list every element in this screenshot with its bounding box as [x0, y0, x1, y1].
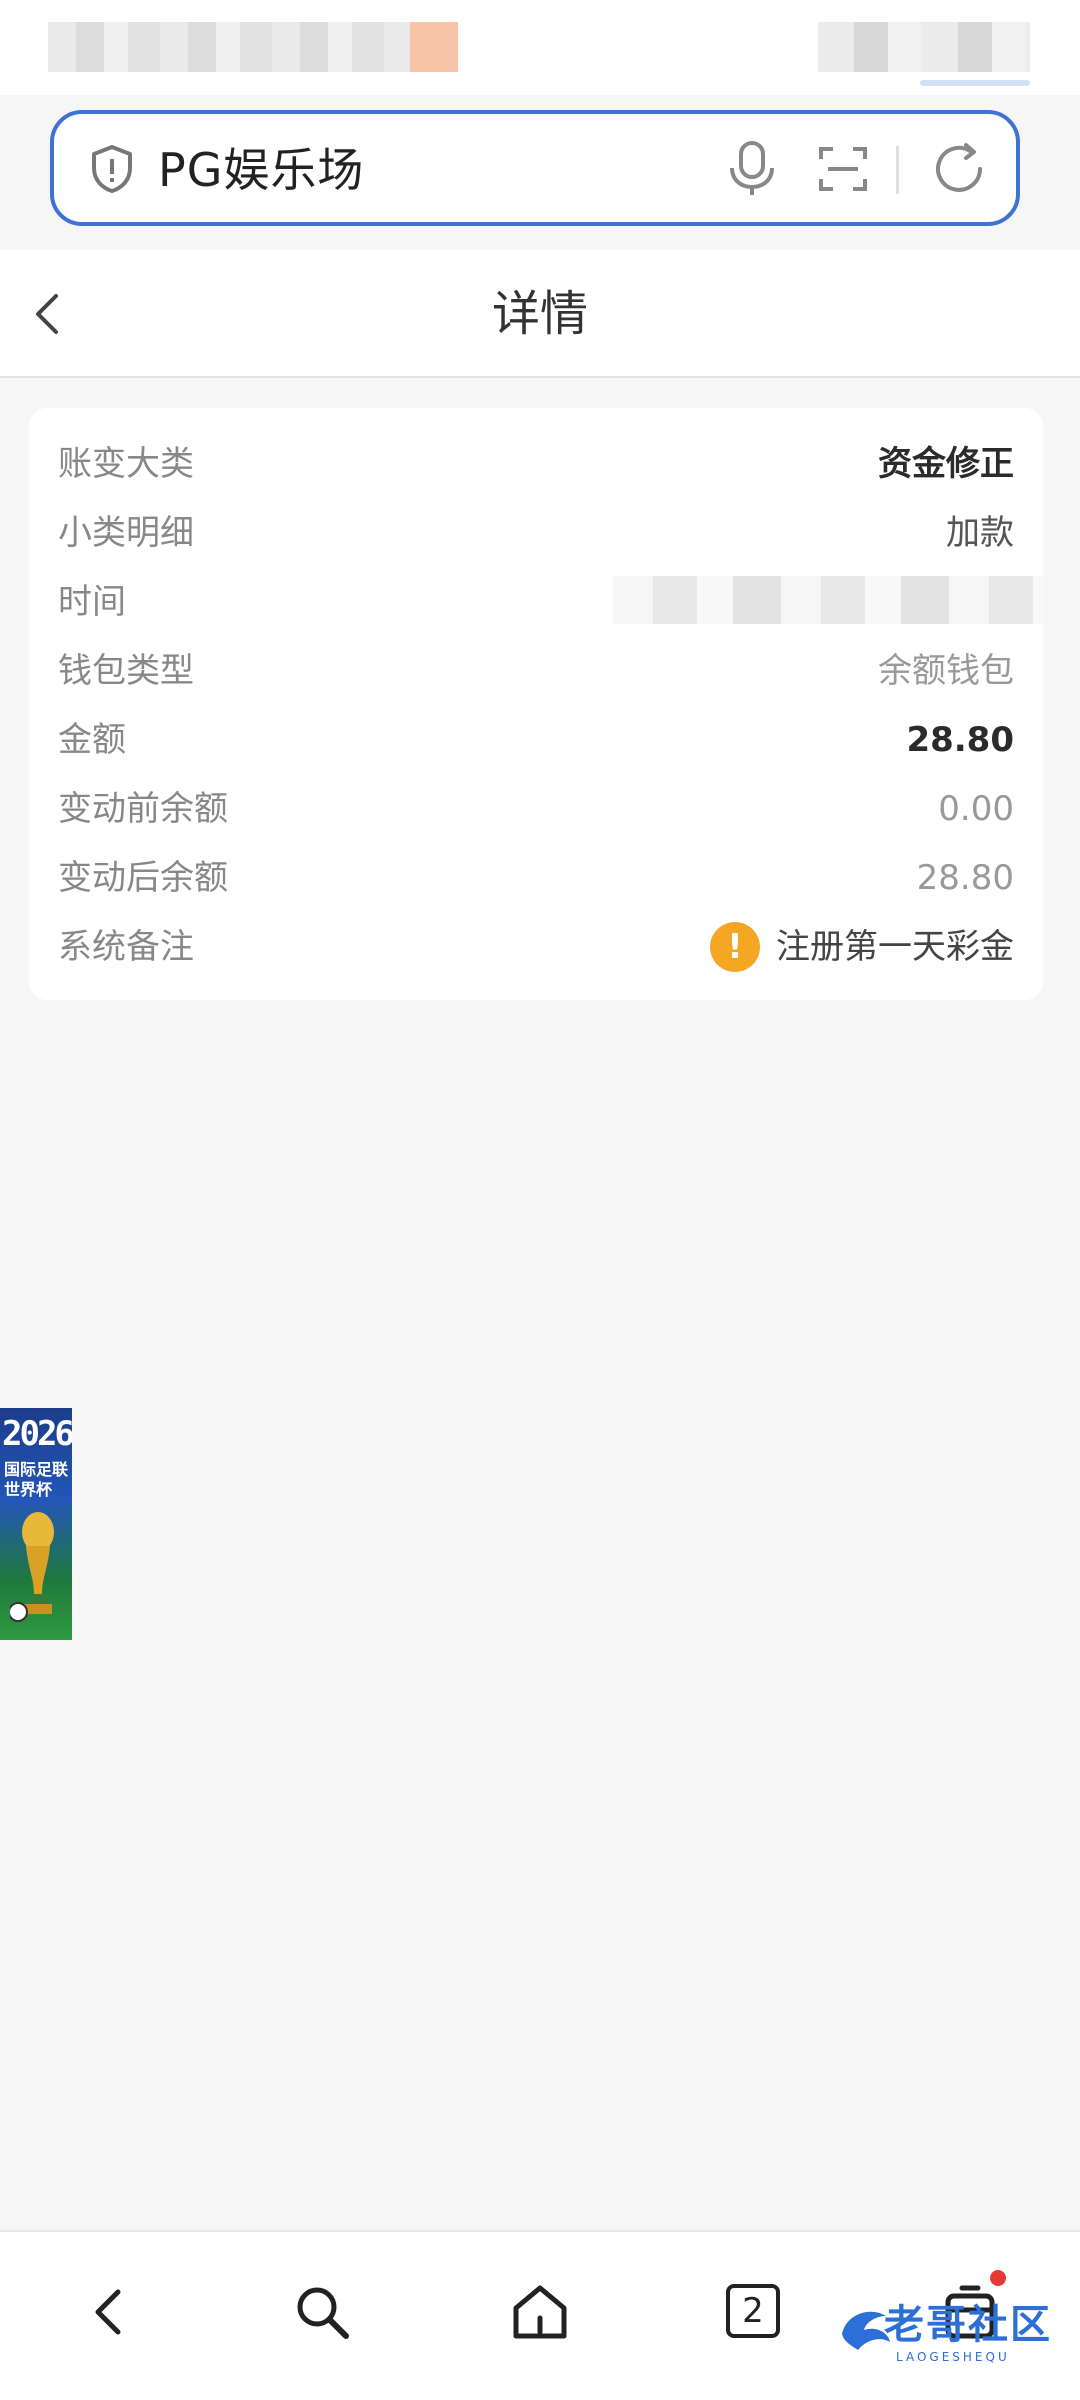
row-value: 资金修正	[878, 444, 1014, 484]
microphone-icon[interactable]	[724, 140, 780, 198]
row-value: 0.00	[938, 789, 1014, 829]
nav-back-icon[interactable]	[78, 2280, 142, 2344]
row-label: 系统备注	[58, 927, 194, 967]
nav-tabs-button[interactable]: 2	[722, 2280, 786, 2344]
detail-row-balance-after: 变动后余额 28.80	[29, 848, 1043, 908]
trophy-icon	[10, 1512, 54, 1622]
detail-row-time: 时间	[29, 572, 1043, 632]
row-label: 小类明细	[58, 513, 194, 553]
row-label: 钱包类型	[58, 651, 194, 691]
row-label: 账变大类	[58, 444, 194, 484]
refresh-icon[interactable]	[930, 140, 988, 198]
banner-subtitle: 国际足联世界杯	[4, 1460, 69, 1499]
detail-row-amount: 金额 28.80	[29, 710, 1043, 770]
remark-value: ! 注册第一天彩金	[710, 917, 1014, 977]
row-label: 金额	[58, 720, 126, 760]
status-bar	[0, 0, 1080, 95]
detail-row-remark: 系统备注 ! 注册第一天彩金	[29, 917, 1043, 977]
row-value: 加款	[946, 513, 1014, 553]
row-value: 28.80	[916, 858, 1014, 898]
detail-row-subcategory: 小类明细 加款	[29, 503, 1043, 563]
remark-text: 注册第一天彩金	[776, 927, 1014, 967]
page-title: 详情	[491, 286, 588, 342]
notification-dot	[990, 2270, 1006, 2286]
time-value-blurred	[613, 576, 1043, 624]
world-cup-side-banner[interactable]: 2026 国际足联世界杯	[0, 1408, 72, 1640]
watermark-subtext: LAOGESHEQU	[896, 2350, 1010, 2364]
detail-card: 账变大类 资金修正 小类明细 加款 时间 钱包类型 余额钱包 金额 28.80 …	[29, 408, 1043, 1000]
banner-year: 2026	[2, 1414, 72, 1454]
row-value: 28.80	[906, 720, 1014, 760]
nav-home-icon[interactable]	[508, 2280, 572, 2344]
exclamation-icon: !	[710, 922, 760, 972]
row-label: 时间	[58, 582, 126, 622]
detail-row-category: 账变大类 资金修正	[29, 434, 1043, 494]
detail-row-balance-before: 变动前余额 0.00	[29, 779, 1043, 839]
address-bar[interactable]: PG娱乐场	[50, 110, 1020, 226]
status-bar-left-blurred	[48, 22, 458, 72]
watermark-text: 老哥社区	[884, 2302, 1052, 2348]
row-label: 变动后余额	[58, 858, 228, 898]
url-text[interactable]: PG娱乐场	[158, 140, 364, 200]
scan-icon[interactable]	[818, 144, 868, 194]
address-divider	[896, 146, 899, 194]
nav-search-icon[interactable]	[290, 2280, 354, 2344]
page-header: 详情	[0, 250, 1080, 378]
tab-count: 2	[726, 2284, 780, 2338]
watermark: 老哥社区 LAOGESHEQU	[836, 2296, 1066, 2376]
row-value: 余额钱包	[878, 651, 1014, 691]
detail-row-wallet-type: 钱包类型 余额钱包	[29, 641, 1043, 701]
row-label: 变动前余额	[58, 789, 228, 829]
status-bar-right-blurred	[818, 22, 1030, 86]
shield-icon[interactable]	[88, 144, 136, 194]
